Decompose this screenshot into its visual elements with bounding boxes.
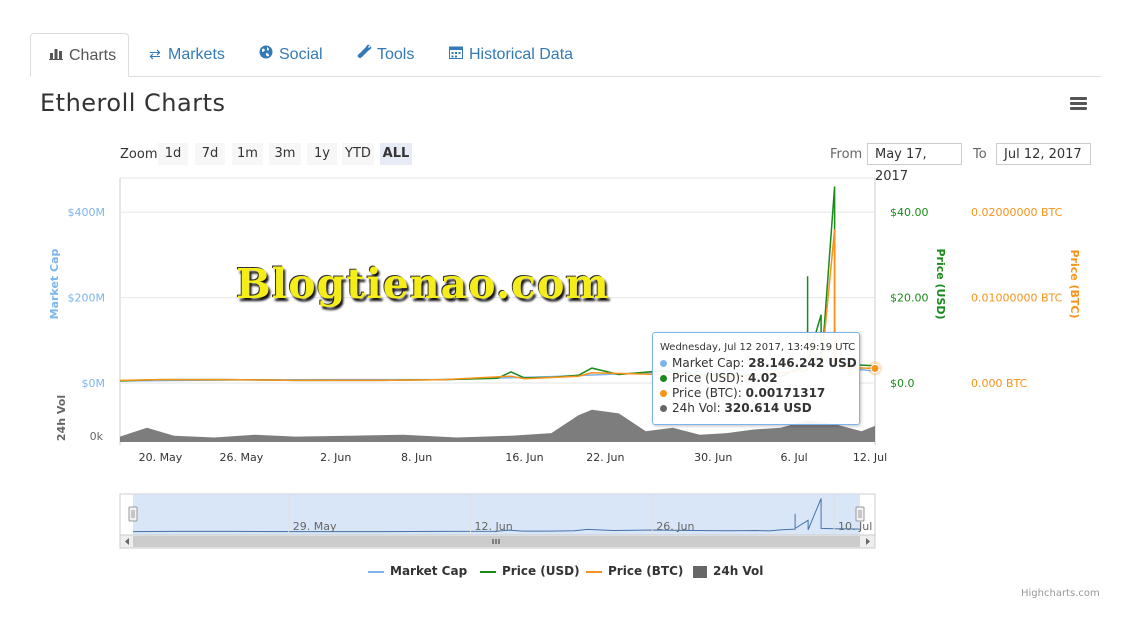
x-tick-label: 16. Jun	[505, 451, 543, 464]
legend-square-icon	[693, 565, 707, 578]
tooltip-value: 0.00171317	[745, 386, 826, 400]
legend-label: 24h Vol	[713, 564, 764, 578]
price-btc-tick-label: 0.01000000 BTC	[971, 292, 1063, 305]
legend-item-price-usd[interactable]: Price (USD)	[480, 564, 580, 578]
chart-tooltip: Wednesday, Jul 12 2017, 13:49:19 UTC Mar…	[652, 332, 860, 425]
legend-item-market-cap[interactable]: Market Cap	[368, 564, 467, 578]
price-usd-tick-label: $20.00	[890, 292, 929, 305]
navigator-tick-label: 10. Jul	[838, 520, 872, 533]
legend-label: Price (USD)	[502, 564, 580, 578]
chart-canvas: $0M $200M $400M Market Cap $0.0 $20.00 $40.00 P…	[48, 177, 1081, 549]
price-usd-dot-icon	[660, 375, 667, 382]
watermark-text: Blogtienao.com	[236, 260, 610, 308]
tooltip-label: Price (BTC):	[672, 386, 742, 400]
tooltip-label: Market Cap:	[672, 356, 745, 370]
price-usd-tick-label: $0.0	[890, 377, 915, 390]
x-tick-label: 26. May	[219, 451, 263, 464]
x-tick-label: 30. Jun	[694, 451, 732, 464]
legend-item-24h-vol[interactable]: 24h Vol	[693, 564, 763, 578]
price-btc-axis-title: Price (BTC)	[1068, 249, 1081, 318]
price-usd-axis-title: Price (USD)	[934, 248, 947, 319]
tooltip-row-price-usd: Price (USD): 4.02	[660, 371, 852, 386]
tooltip-value: 320.614 USD	[724, 401, 812, 415]
tooltip-label: 24h Vol:	[672, 401, 721, 415]
legend-label: Market Cap	[390, 564, 468, 578]
market-cap-axis-title: Market Cap	[48, 249, 61, 320]
price-btc-tick-label: 0.000 BTC	[971, 377, 1028, 390]
highcharts-credits-link[interactable]: Highcharts.com	[1021, 588, 1100, 599]
navigator-tick-label: 12. Jun	[475, 520, 513, 533]
volume-tick-label: 0k	[90, 430, 104, 443]
legend-line-icon	[368, 570, 384, 573]
hover-marker	[870, 363, 880, 373]
navigator-handle-right	[855, 506, 865, 522]
tooltip-row-price-btc: Price (BTC): 0.00171317	[660, 386, 852, 401]
price-usd-tick-label: $40.00	[890, 206, 929, 219]
legend-line-icon	[480, 570, 496, 573]
volume-axis-title: 24h Vol	[55, 395, 68, 441]
legend-line-icon	[586, 570, 602, 573]
tooltip-value: 28.146.242 USD	[748, 356, 857, 370]
market-cap-dot-icon	[660, 360, 667, 367]
tooltip-value: 4.02	[747, 371, 778, 385]
tooltip-date: Wednesday, Jul 12 2017, 13:49:19 UTC	[660, 342, 856, 353]
navigator-tick-label: 29. May	[293, 520, 337, 533]
x-tick-label: 12. Jul	[853, 451, 887, 464]
tooltip-row-24h-vol: 24h Vol: 320.614 USD	[660, 401, 852, 416]
x-tick-label: 6. Jul	[780, 451, 807, 464]
navigator-tick-label: 26. Jun	[656, 520, 694, 533]
legend-item-price-btc[interactable]: Price (BTC)	[586, 564, 683, 578]
x-tick-label: 2. Jun	[320, 451, 351, 464]
price-btc-tick-label: 0.02000000 BTC	[971, 206, 1063, 219]
legend-label: Price (BTC)	[608, 564, 684, 578]
x-tick-label: 20. May	[139, 451, 183, 464]
market-cap-tick-label: $200M	[68, 292, 106, 305]
x-tick-label: 22. Jun	[586, 451, 624, 464]
market-cap-tick-label: $400M	[68, 206, 106, 219]
tooltip-label: Price (USD):	[672, 371, 745, 385]
volume-dot-icon	[660, 405, 667, 412]
market-cap-tick-label: $0M	[82, 377, 106, 390]
tooltip-row-market-cap: Market Cap: 28.146.242 USD	[660, 356, 857, 371]
navigator-handle-left	[128, 506, 138, 522]
x-tick-label: 8. Jun	[401, 451, 432, 464]
price-btc-dot-icon	[660, 390, 667, 397]
